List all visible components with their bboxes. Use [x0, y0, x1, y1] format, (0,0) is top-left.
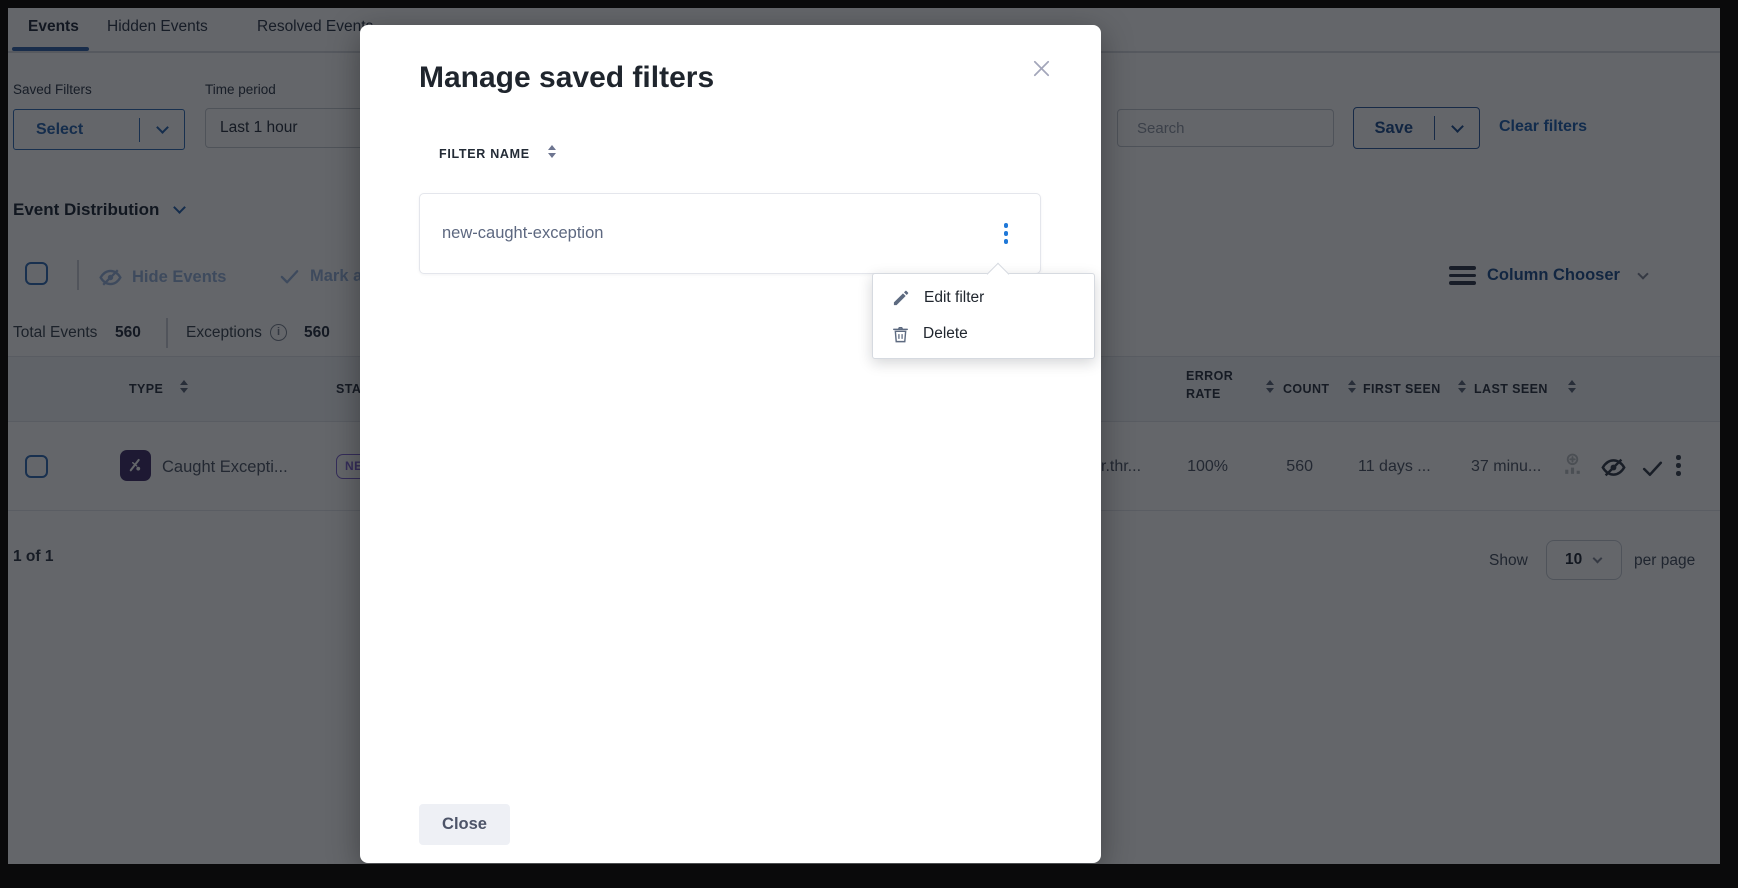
menu-item-delete[interactable]: Delete — [873, 316, 1094, 352]
edit-filter-label: Edit filter — [924, 289, 984, 307]
manage-saved-filters-modal: Manage saved filters FILTER NAME new-cau… — [360, 25, 1101, 863]
modal-close-x-button[interactable] — [1024, 51, 1058, 85]
trash-icon — [891, 325, 910, 344]
modal-close-button[interactable]: Close — [419, 804, 510, 845]
menu-item-edit-filter[interactable]: Edit filter — [873, 280, 1094, 316]
pencil-icon — [891, 288, 911, 308]
delete-label: Delete — [923, 325, 968, 343]
close-icon — [1030, 57, 1053, 80]
saved-filter-row: new-caught-exception — [419, 193, 1041, 274]
filter-name-column-header[interactable]: FILTER NAME — [439, 147, 530, 161]
modal-title: Manage saved filters — [419, 61, 714, 95]
app-window: Events Hidden Events Resolved Events Sav… — [8, 8, 1720, 864]
filter-actions-menu: Edit filter Delete — [872, 273, 1095, 359]
sort-icon[interactable] — [548, 145, 556, 158]
screenshot-frame: Events Hidden Events Resolved Events Sav… — [0, 0, 1738, 888]
saved-filter-name: new-caught-exception — [420, 224, 1004, 243]
filter-kebab-menu-icon[interactable] — [1004, 223, 1009, 244]
